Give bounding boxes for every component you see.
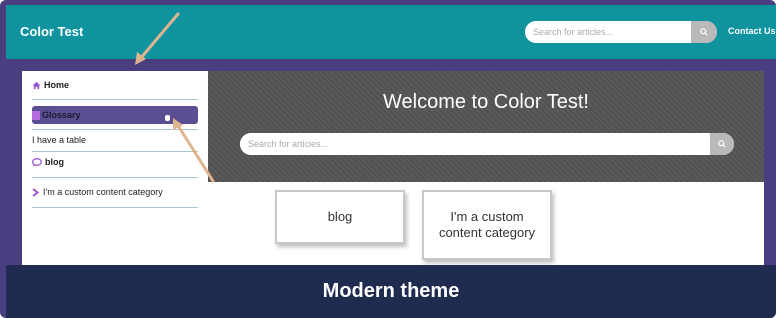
brand-title[interactable]: Color Test (20, 24, 83, 39)
search-icon (718, 140, 726, 148)
divider (32, 99, 198, 100)
hero-search-input[interactable] (240, 133, 710, 155)
category-card-blog[interactable]: blog (275, 190, 405, 244)
divider (32, 151, 198, 152)
card-label: blog (327, 209, 353, 224)
header-search-box (525, 21, 717, 43)
sidebar-item-table[interactable]: I have a table (32, 135, 198, 145)
chat-icon (32, 157, 42, 167)
divider (32, 177, 198, 178)
search-icon (700, 28, 708, 36)
sidebar-item-custom-category[interactable]: I'm a custom content category (32, 187, 198, 197)
sidebar-item-label: Home (44, 80, 70, 90)
main-panel: Home Glossary I have a table blog I'm a … (22, 71, 764, 267)
card-label: I'm a custom content category (438, 209, 536, 240)
sidebar-item-blog[interactable]: blog (32, 157, 198, 167)
screenshot-frame: Color Test Contact Us Home (0, 0, 776, 318)
sidebar-item-label: I have a table (32, 135, 87, 145)
sidebar-item-glossary-content[interactable]: Glossary (32, 110, 198, 120)
caption-banner: Modern theme (6, 265, 776, 318)
divider (32, 129, 198, 130)
sidebar-item-label: blog (45, 157, 64, 167)
hero-search-box (240, 133, 734, 155)
contact-us-link[interactable]: Contact Us (728, 26, 776, 36)
hero-banner: Welcome to Color Test! (208, 71, 764, 182)
category-card-custom[interactable]: I'm a custom content category (422, 190, 552, 260)
hero-title: Welcome to Color Test! (382, 91, 589, 113)
hero-search-button[interactable] (710, 133, 734, 155)
bookmark-icon (32, 110, 40, 120)
divider (32, 207, 198, 208)
home-icon (32, 81, 41, 89)
sidebar-item-label: Glossary (42, 110, 81, 120)
top-navigation-bar: Color Test Contact Us (6, 5, 776, 59)
header-search-button[interactable] (691, 21, 717, 43)
cursor-icon (165, 115, 170, 121)
chevron-right-icon (32, 187, 39, 197)
sidebar: Home Glossary I have a table blog I'm a … (22, 71, 208, 267)
sidebar-item-home[interactable]: Home (32, 80, 198, 90)
sidebar-item-label: I'm a custom content category (43, 187, 163, 197)
header-search-input[interactable] (525, 21, 691, 43)
caption-title: Modern theme (322, 280, 460, 302)
